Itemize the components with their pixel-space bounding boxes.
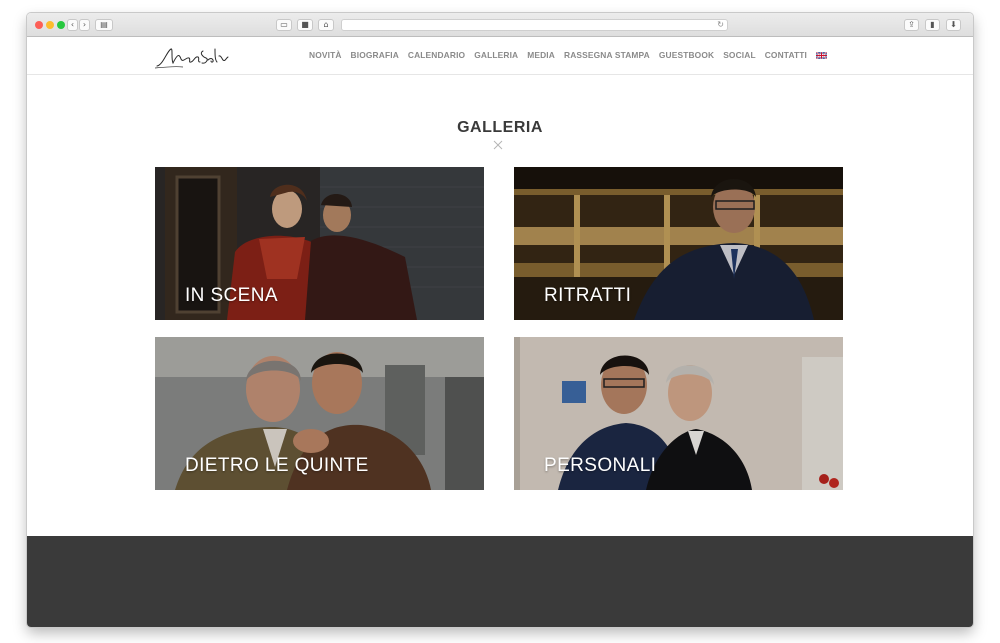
gallery-tile-personali[interactable]: PERSONALI bbox=[514, 337, 843, 490]
divider-x-icon bbox=[493, 140, 503, 150]
nav-item-novita[interactable]: NOVITÀ bbox=[309, 50, 342, 60]
nav-item-guestbook[interactable]: GUESTBOOK bbox=[659, 50, 714, 60]
gallery-tile-dietro-le-quinte[interactable]: DIETRO LE QUINTE bbox=[155, 337, 484, 490]
forward-arrow-icon[interactable]: › bbox=[79, 19, 90, 31]
nav-item-social[interactable]: SOCIAL bbox=[723, 50, 756, 60]
tile-label: IN SCENA bbox=[185, 285, 278, 306]
address-bar[interactable]: ↻ bbox=[341, 19, 728, 31]
sidebar-icon[interactable]: ▤ bbox=[95, 19, 113, 31]
nav-item-biografia[interactable]: BIOGRAFIA bbox=[351, 50, 399, 60]
zoom-window-button[interactable] bbox=[57, 21, 65, 29]
site-header: NOVITÀ BIOGRAFIA CALENDARIO GALLERIA MED… bbox=[27, 37, 973, 75]
main-nav: NOVITÀ BIOGRAFIA CALENDARIO GALLERIA MED… bbox=[309, 50, 828, 60]
nav-item-contatti[interactable]: CONTATTI bbox=[765, 50, 807, 60]
nav-item-media[interactable]: MEDIA bbox=[527, 50, 555, 60]
gallery-tile-ritratti[interactable]: RITRATTI bbox=[514, 167, 843, 320]
tab-overview-icon[interactable]: ■ bbox=[297, 19, 313, 31]
browser-window: ‹ › ▤ ▭ ■ ⌂ ↻ ⇪ ▮ ⬇ NOVITÀ BIOGRAFIA CAL… bbox=[27, 13, 973, 627]
tile-label: RITRATTI bbox=[544, 285, 632, 306]
browser-toolbar: ‹ › ▤ ▭ ■ ⌂ ↻ ⇪ ▮ ⬇ bbox=[27, 13, 973, 37]
uk-flag-icon[interactable] bbox=[816, 51, 828, 59]
extension-icon[interactable]: ▮ bbox=[925, 19, 940, 31]
gallery-tile-in-scena[interactable]: IN SCENA bbox=[155, 167, 484, 320]
share-icon[interactable]: ⇪ bbox=[904, 19, 919, 31]
downloads-icon[interactable]: ⬇ bbox=[946, 19, 961, 31]
nav-item-rassegna-stampa[interactable]: RASSEGNA STAMPA bbox=[564, 50, 650, 60]
back-arrow-icon[interactable]: ‹ bbox=[67, 19, 78, 31]
close-window-button[interactable] bbox=[35, 21, 43, 29]
page-title: GALLERIA bbox=[457, 119, 543, 136]
nav-item-galleria[interactable]: GALLERIA bbox=[474, 50, 518, 60]
home-icon[interactable]: ⌂ bbox=[318, 19, 334, 31]
signature-logo[interactable] bbox=[153, 41, 233, 71]
tile-label: PERSONALI bbox=[544, 455, 657, 476]
tile-label: DIETRO LE QUINTE bbox=[185, 455, 369, 476]
reading-list-icon[interactable]: ▭ bbox=[276, 19, 292, 31]
reload-icon[interactable]: ↻ bbox=[717, 20, 724, 30]
nav-item-calendario[interactable]: CALENDARIO bbox=[408, 50, 465, 60]
minimize-window-button[interactable] bbox=[46, 21, 54, 29]
site-footer bbox=[27, 536, 973, 627]
